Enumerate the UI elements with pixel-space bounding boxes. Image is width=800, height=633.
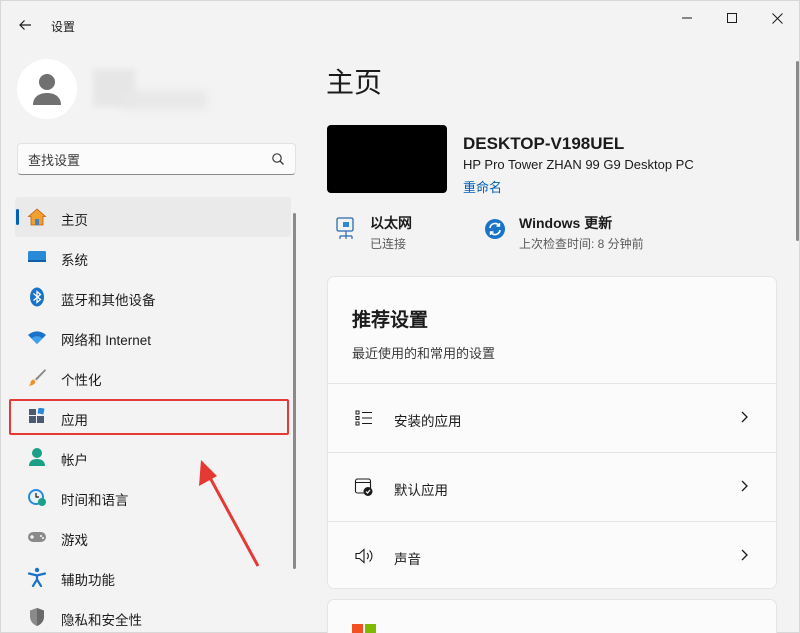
- sidebar-item-bluetooth[interactable]: 蓝牙和其他设备: [15, 277, 291, 317]
- sidebar-item-home[interactable]: 主页: [15, 197, 291, 237]
- rec-item-label: 默认应用: [394, 483, 448, 498]
- minimize-button[interactable]: [675, 7, 699, 29]
- recommended-title: 推荐设置: [352, 310, 429, 331]
- search-icon[interactable]: [271, 152, 285, 166]
- sidebar-item-label: 系统: [61, 253, 88, 268]
- annotation-arrow: [199, 460, 260, 567]
- system-icon: [27, 247, 47, 267]
- sidebar-item-label: 辅助功能: [61, 573, 115, 588]
- annotation-highlight-box: [9, 399, 289, 435]
- windows-update-title: Windows 更新: [519, 215, 613, 231]
- default-apps-icon: [354, 477, 374, 497]
- rec-item-label: 声音: [394, 552, 421, 567]
- sidebar-item-label: 个性化: [61, 373, 102, 388]
- clock-globe-icon: [27, 487, 47, 507]
- sidebar-item-personalization[interactable]: 个性化: [15, 357, 291, 397]
- accessibility-icon: [27, 567, 47, 587]
- main-scrollbar[interactable]: [796, 61, 799, 241]
- wifi-icon: [27, 327, 47, 347]
- chevron-right-icon: [741, 480, 748, 492]
- rec-item-sound[interactable]: 声音: [328, 521, 776, 589]
- maximize-icon: [727, 13, 737, 23]
- user-icon: [33, 74, 61, 105]
- app-title: 设置: [51, 20, 76, 34]
- rec-item-default-apps[interactable]: 默认应用: [328, 452, 776, 520]
- search-box[interactable]: [17, 143, 296, 175]
- avatar[interactable]: [17, 59, 77, 119]
- rename-link[interactable]: 重命名: [463, 177, 502, 196]
- installed-apps-icon: [354, 408, 374, 428]
- recommended-subtitle: 最近使用的和常用的设置: [352, 346, 496, 361]
- settings-window: 设置 主页: [0, 0, 800, 633]
- device-model: HP Pro Tower ZHAN 99 G9 Desktop PC: [463, 157, 694, 172]
- sidebar-item-label: 网络和 Internet: [61, 333, 152, 348]
- recommended-settings-card: 推荐设置 最近使用的和常用的设置 安装的应用 默认应用 声音: [327, 276, 777, 589]
- windows-update-icon: [481, 215, 509, 243]
- account-icon: [27, 447, 47, 467]
- ethernet-icon: [332, 215, 360, 243]
- rec-item-label: 安装的应用: [394, 414, 462, 429]
- sidebar-item-label: 主页: [61, 213, 88, 228]
- home-icon: [27, 207, 47, 227]
- maximize-button[interactable]: [720, 7, 744, 29]
- sidebar-item-label: 游戏: [61, 533, 88, 548]
- minimize-icon: [682, 17, 692, 19]
- user-name-blurred: [83, 69, 207, 113]
- device-image: [327, 125, 447, 193]
- brush-icon: [27, 367, 47, 387]
- sidebar-item-privacy[interactable]: 隐私和安全性: [15, 597, 291, 633]
- sidebar-item-label: 时间和语言: [61, 493, 129, 508]
- ethernet-subtitle: 已连接: [370, 237, 407, 251]
- rec-item-installed-apps[interactable]: 安装的应用: [328, 383, 776, 451]
- arrow-left-icon: [19, 20, 31, 30]
- title-bar: 设置: [1, 1, 800, 47]
- page-title: 主页: [326, 67, 383, 98]
- chevron-right-icon: [741, 549, 748, 561]
- close-icon: [771, 12, 783, 24]
- back-button[interactable]: [13, 13, 37, 37]
- sidebar-item-label: 隐私和安全性: [61, 613, 142, 628]
- microsoft-card: [327, 599, 777, 633]
- device-name: DESKTOP-V198UEL: [463, 134, 625, 153]
- ethernet-title: 以太网: [370, 215, 412, 231]
- shield-icon: [27, 607, 47, 627]
- sidebar-item-label: 蓝牙和其他设备: [61, 293, 156, 308]
- close-button[interactable]: [765, 7, 789, 29]
- chevron-right-icon: [741, 411, 748, 423]
- speaker-icon: [354, 546, 374, 566]
- search-input[interactable]: [28, 150, 268, 170]
- microsoft-logo-icon: [352, 624, 376, 633]
- bluetooth-icon: [27, 287, 47, 307]
- ethernet-status[interactable]: 以太网 已连接: [332, 211, 472, 255]
- sidebar-item-label: 帐户: [61, 453, 88, 468]
- sidebar-item-system[interactable]: 系统: [15, 237, 291, 277]
- gamepad-icon: [27, 527, 47, 547]
- windows-update-subtitle: 上次检查时间: 8 分钟前: [519, 237, 644, 251]
- sidebar-item-network[interactable]: 网络和 Internet: [15, 317, 291, 357]
- windows-update-status[interactable]: Windows 更新 上次检查时间: 8 分钟前: [481, 211, 681, 255]
- sidebar-scrollbar[interactable]: [293, 213, 296, 569]
